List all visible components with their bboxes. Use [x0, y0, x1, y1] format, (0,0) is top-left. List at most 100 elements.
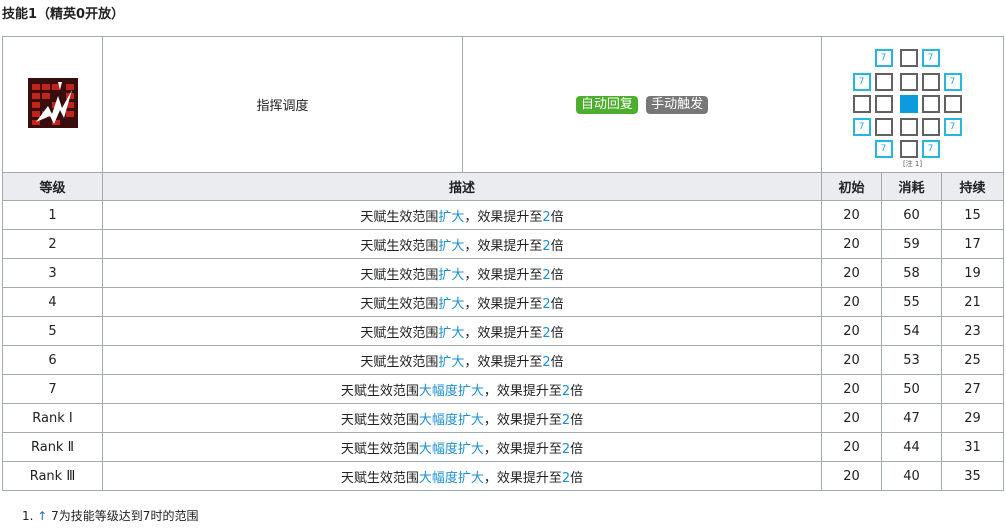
desc-text: 倍 — [570, 441, 584, 457]
cell-level: 5 — [2, 316, 103, 346]
cell-description: 天赋生效范围大幅度扩大，效果提升至2倍 — [102, 432, 822, 462]
skill-tags-cell: 自动回复 手动触发 — [462, 36, 822, 173]
range-cell-self — [899, 94, 918, 113]
cell-description: 天赋生效范围扩大，效果提升至2倍 — [102, 229, 822, 259]
desc-text: ，效果提升至 — [483, 383, 562, 399]
skill-name-cell: 指挥调度 — [102, 36, 463, 173]
range-cell-extended: 7 — [874, 48, 893, 67]
cell-level: Rank Ⅲ — [2, 461, 103, 491]
desc-text: ，效果提升至 — [464, 267, 543, 283]
cell-initial: 20 — [821, 258, 882, 288]
desc-text: 倍 — [550, 238, 564, 254]
cell-level: 6 — [2, 345, 103, 375]
footnote: 1. ↑ 7为技能等级达到7时的范围 — [22, 507, 198, 524]
desc-highlight: 大幅度扩大 — [418, 383, 484, 399]
desc-number: 2 — [542, 238, 551, 254]
table-row: 3 天赋生效范围扩大，效果提升至2倍 20 58 19 — [2, 258, 1005, 288]
desc-text: ，效果提升至 — [483, 441, 562, 457]
cell-cost: 59 — [881, 229, 942, 259]
skill-range-cell: 7 7 7 7 7 7 7 7 [注 1] — [820, 36, 1005, 173]
cell-description: 天赋生效范围扩大，效果提升至2倍 — [102, 200, 822, 230]
desc-number: 2 — [542, 354, 551, 370]
desc-text: 天赋生效范围 — [360, 238, 439, 254]
cell-cost: 50 — [881, 374, 942, 404]
cell-level: 3 — [2, 258, 103, 288]
range-cell — [921, 72, 940, 91]
range-cell-extended: 7 — [852, 117, 871, 136]
range-cell-extended: 7 — [852, 72, 871, 91]
range-cell — [921, 94, 940, 113]
tag-auto-recovery: 自动回复 — [575, 95, 638, 114]
cell-initial: 20 — [821, 345, 882, 375]
desc-highlight: 扩大 — [438, 354, 465, 370]
skill-table: 指挥调度 自动回复 手动触发 7 7 7 7 7 7 7 7 [注 1] 等级 … — [2, 36, 1005, 491]
desc-number: 2 — [561, 441, 571, 457]
cell-level: Rank Ⅱ — [2, 432, 103, 462]
cell-cost: 60 — [881, 200, 942, 230]
desc-text: 天赋生效范围 — [360, 296, 439, 312]
section-title: 技能1（精英0开放） — [2, 7, 125, 22]
cell-cost: 55 — [881, 287, 942, 317]
desc-number: 2 — [542, 267, 551, 283]
command-skill-icon — [27, 77, 78, 128]
col-level: 等级 — [2, 172, 103, 201]
table-row: 5 天赋生效范围扩大，效果提升至2倍 20 54 23 — [2, 316, 1005, 346]
range-cell — [899, 117, 918, 136]
cell-level: 2 — [2, 229, 103, 259]
cell-duration: 35 — [940, 461, 1005, 491]
cell-initial: 20 — [821, 229, 882, 259]
cell-duration: 27 — [940, 374, 1005, 404]
cell-initial: 20 — [821, 287, 882, 317]
desc-number: 2 — [542, 209, 551, 225]
cell-cost: 58 — [881, 258, 942, 288]
cell-duration: 31 — [940, 432, 1005, 462]
cell-duration: 15 — [940, 200, 1005, 230]
range-cell — [874, 72, 893, 91]
table-row: Rank Ⅱ 天赋生效范围大幅度扩大，效果提升至2倍 20 44 31 — [2, 432, 1005, 462]
cell-cost: 54 — [881, 316, 942, 346]
col-cost: 消耗 — [881, 172, 942, 201]
footnote-text: 7为技能等级达到7时的范围 — [51, 509, 199, 523]
desc-text: ，效果提升至 — [464, 238, 543, 254]
cell-description: 天赋生效范围大幅度扩大，效果提升至2倍 — [102, 374, 822, 404]
range-cell — [943, 94, 962, 113]
cell-level: 4 — [2, 287, 103, 317]
table-row: Rank Ⅰ 天赋生效范围大幅度扩大，效果提升至2倍 20 47 29 — [2, 403, 1005, 433]
table-row: Rank Ⅲ 天赋生效范围大幅度扩大，效果提升至2倍 20 40 35 — [2, 461, 1005, 491]
cell-duration: 29 — [940, 403, 1005, 433]
range-footnote-ref[interactable]: [注 1] — [857, 159, 969, 169]
footnote-number: 1. — [22, 509, 34, 523]
desc-number: 2 — [561, 383, 571, 399]
range-cell — [852, 94, 871, 113]
table-row: 6 天赋生效范围扩大，效果提升至2倍 20 53 25 — [2, 345, 1005, 375]
desc-text: 倍 — [570, 470, 584, 486]
range-cell-extended: 7 — [943, 72, 962, 91]
desc-text: ，效果提升至 — [464, 296, 543, 312]
desc-highlight: 扩大 — [438, 209, 465, 225]
range-cell — [899, 72, 918, 91]
cell-cost: 47 — [881, 403, 942, 433]
skill-name: 指挥调度 — [256, 99, 309, 114]
desc-text: 天赋生效范围 — [360, 267, 439, 283]
desc-text: 倍 — [570, 383, 584, 399]
cell-level: 1 — [2, 200, 103, 230]
range-cell-extended: 7 — [921, 139, 940, 158]
col-initial: 初始 — [821, 172, 882, 201]
table-row: 1 天赋生效范围扩大，效果提升至2倍 20 60 15 — [2, 200, 1005, 230]
table-row: 7 天赋生效范围大幅度扩大，效果提升至2倍 20 50 27 — [2, 374, 1005, 404]
desc-text: ，效果提升至 — [464, 325, 543, 341]
table-row: 4 天赋生效范围扩大，效果提升至2倍 20 55 21 — [2, 287, 1005, 317]
desc-text: 倍 — [550, 209, 564, 225]
range-cell — [874, 117, 893, 136]
desc-highlight: 大幅度扩大 — [418, 441, 484, 457]
range-cell-extended: 7 — [874, 139, 893, 158]
desc-highlight: 大幅度扩大 — [418, 470, 484, 486]
desc-text: 天赋生效范围 — [360, 209, 439, 225]
cell-initial: 20 — [821, 316, 882, 346]
desc-number: 2 — [542, 325, 551, 341]
footnote-backlink-arrow[interactable]: ↑ — [37, 509, 47, 523]
cell-description: 天赋生效范围扩大，效果提升至2倍 — [102, 345, 822, 375]
desc-text: ，效果提升至 — [464, 209, 543, 225]
desc-text: 天赋生效范围 — [340, 383, 419, 399]
cell-description: 天赋生效范围扩大，效果提升至2倍 — [102, 287, 822, 317]
